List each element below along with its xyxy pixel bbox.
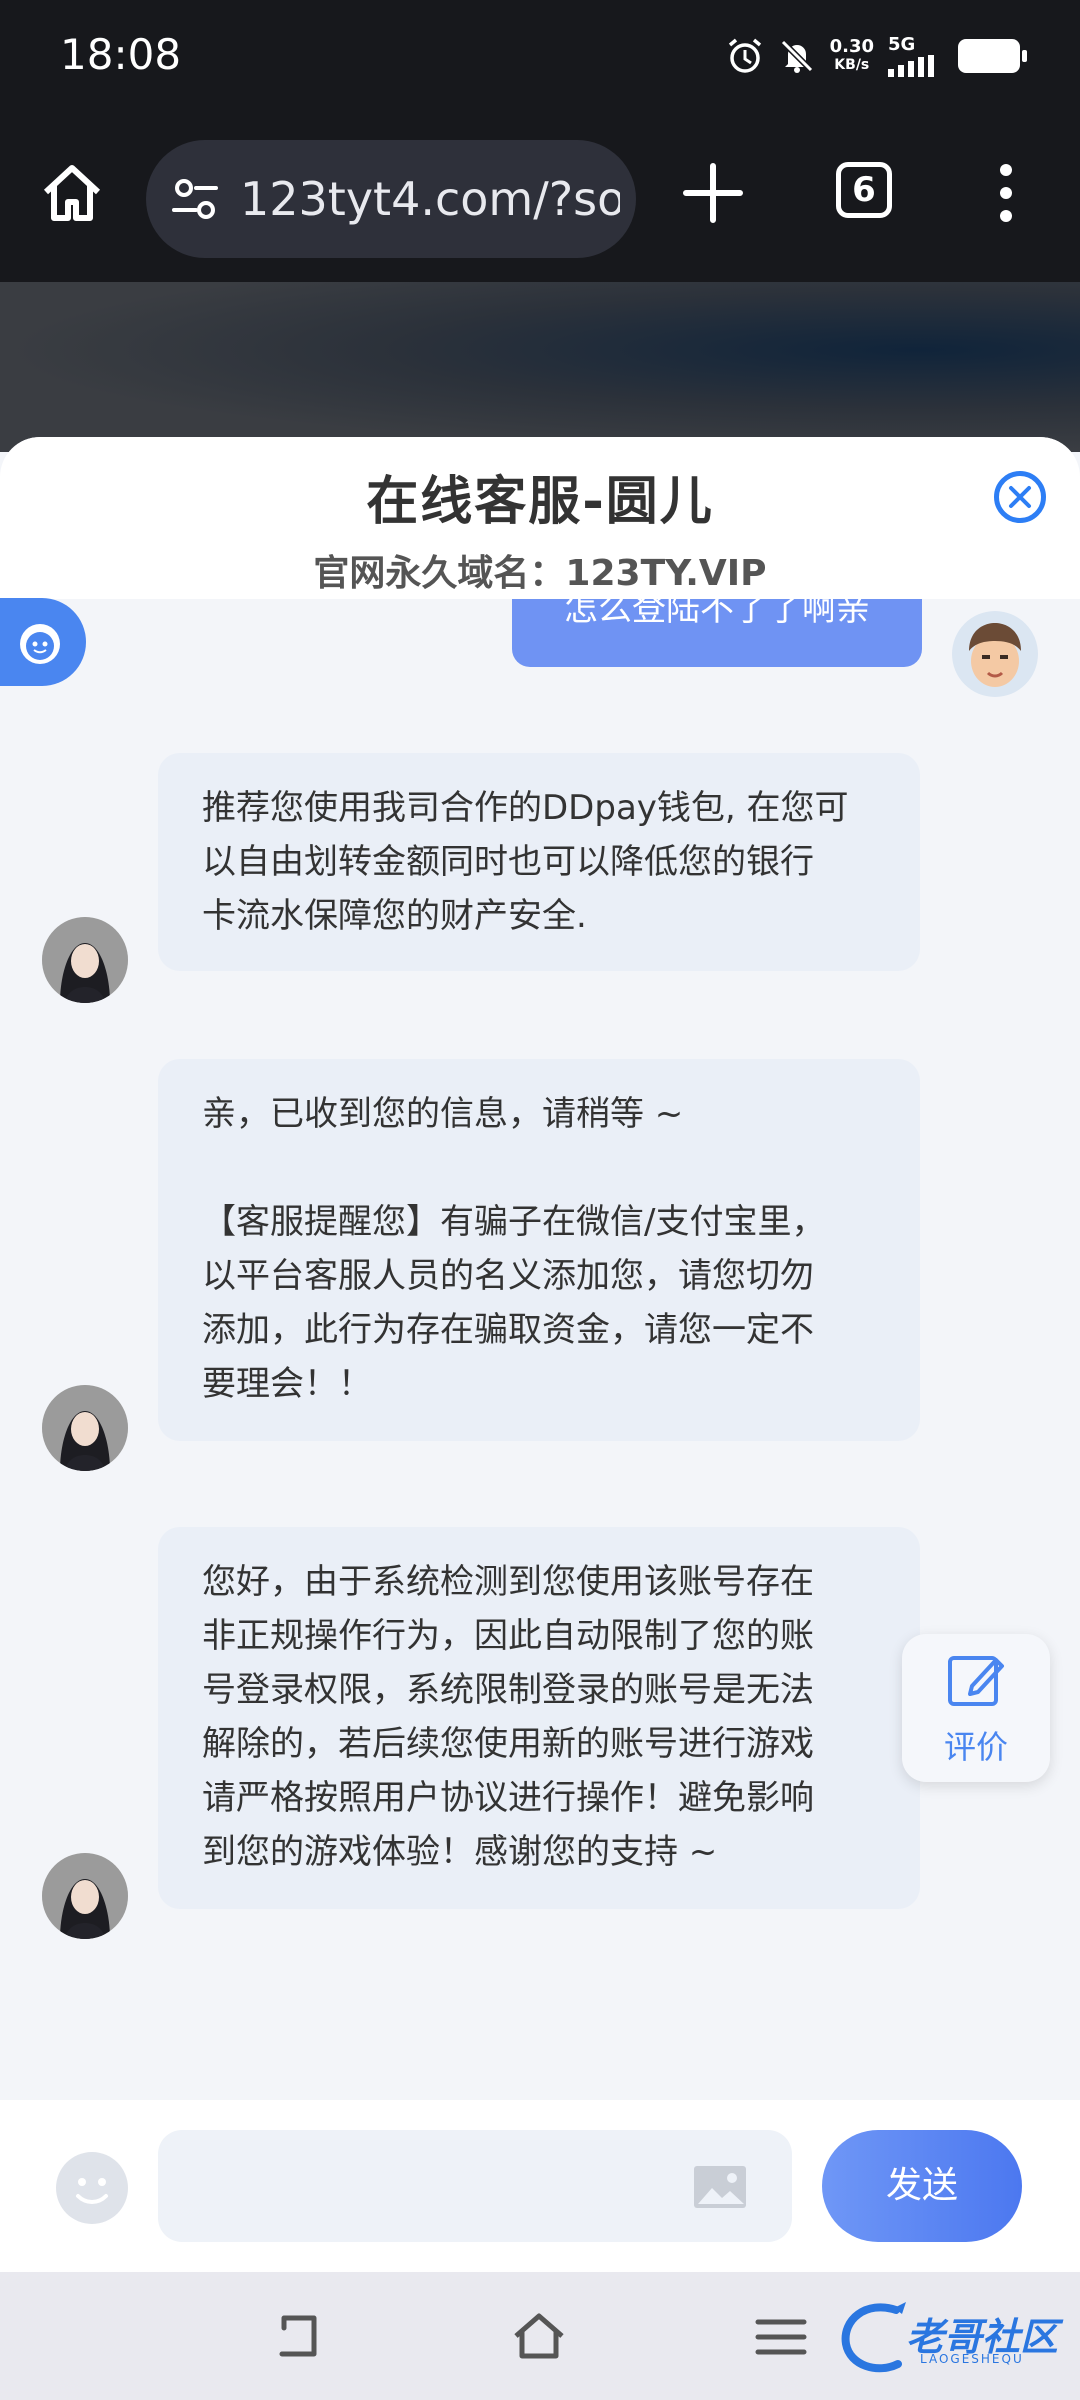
emoji-icon [76, 2178, 108, 2204]
status-icons: 0.30 KB/s 5G [726, 34, 1027, 77]
image-upload-icon[interactable] [692, 2164, 748, 2210]
tab-switcher-button[interactable]: 6 [836, 162, 892, 218]
agent-avatar [42, 1853, 128, 1939]
send-button[interactable]: 发送 [822, 2130, 1022, 2242]
signal-icon [888, 55, 934, 77]
chat-header: 在线客服-圆儿 官网永久域名：123TY.VIP [0, 437, 1080, 599]
menu-icon[interactable] [752, 2308, 810, 2366]
emoji-button[interactable] [56, 2152, 128, 2224]
browser-toolbar: 123tyt4.com/?sou 6 [0, 120, 1080, 282]
more-icon[interactable] [996, 160, 1016, 226]
site-settings-icon[interactable] [170, 174, 220, 224]
watermark-logo: 老哥社区 LAOGESHEQU [836, 2296, 1066, 2380]
rate-label: 评价 [943, 1728, 1008, 1766]
agent-avatar [42, 917, 128, 1003]
edit-icon [948, 1656, 1004, 1706]
status-time: 18:08 [60, 30, 182, 79]
watermark-subtext: LAOGESHEQU [920, 2352, 1024, 2366]
agent-message-2: 亲，已收到您的信息，请稍等 ~ 【客服提醒您】有骗子在微信/支付宝里， 以平台客… [158, 1059, 920, 1441]
system-nav-bar: 老哥社区 LAOGESHEQU [0, 2272, 1080, 2400]
side-assistant-button[interactable] [0, 598, 86, 686]
agent-message-3: 您好，由于系统检测到您使用该账号存在 非正规操作行为，因此自动限制了您的账 号登… [158, 1527, 920, 1909]
rate-button[interactable]: 评价 [902, 1634, 1050, 1782]
net-speed-value: 0.30 [829, 35, 874, 57]
chat-title: 在线客服-圆儿 [366, 472, 714, 532]
close-icon [1009, 486, 1031, 508]
back-icon[interactable] [272, 2308, 330, 2366]
net-speed: 0.30 KB/s [829, 35, 874, 74]
message-input[interactable] [158, 2130, 792, 2242]
battery-icon [958, 38, 1027, 73]
page-background [0, 282, 1080, 452]
alarm-icon [728, 38, 761, 73]
agent-message-1: 推荐您使用我司合作的DDpay钱包, 在您可 以自由划转金额同时也可以降低您的银… [158, 753, 920, 971]
network-type: 5G [888, 34, 916, 55]
input-bar: 发送 [0, 2100, 1080, 2272]
agent-avatar [42, 1385, 128, 1471]
home-icon[interactable] [40, 162, 104, 226]
user-avatar [952, 611, 1038, 697]
close-button[interactable] [994, 471, 1046, 523]
net-speed-unit: KB/s [834, 56, 870, 73]
url-text[interactable]: 123tyt4.com/?sou [240, 172, 620, 226]
plus-icon[interactable] [680, 160, 746, 226]
chat-subtitle: 官网永久域名：123TY.VIP [313, 553, 767, 594]
assistant-icon [20, 624, 60, 664]
signal-group: 5G [888, 34, 944, 77]
url-bar[interactable]: 123tyt4.com/?sou [146, 140, 636, 258]
message-list: 怎么登陆不了了啊亲 推荐您使用我司合作的DDpay钱包, 在您可 以自由划转金额… [0, 579, 1080, 2099]
home-nav-icon[interactable] [510, 2308, 568, 2366]
mute-icon [780, 39, 813, 73]
status-bar: 18:08 0.30 KB/s 5G [0, 0, 1080, 120]
dragon-logo-icon [841, 2302, 906, 2373]
